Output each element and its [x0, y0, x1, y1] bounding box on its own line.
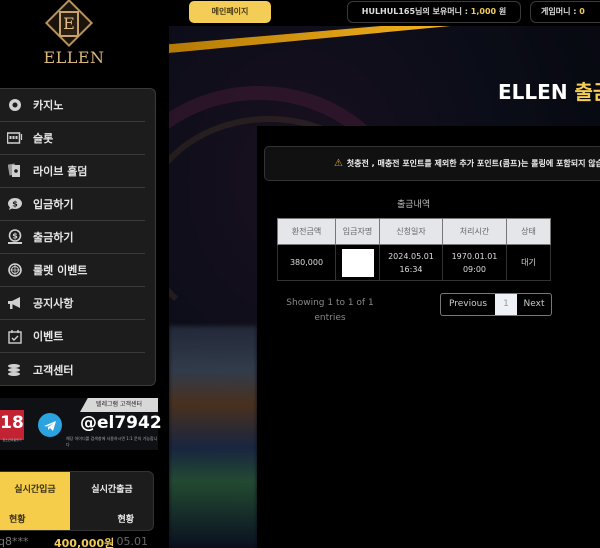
- live-amount: 400,000원: [54, 537, 115, 548]
- withdraw-icon: $: [6, 228, 24, 246]
- sidebar-item-label: 입금하기: [33, 198, 74, 211]
- live-transactions-panel: 실시간입금 현황 실시간출금 현황: [0, 471, 154, 531]
- tab-live-deposit[interactable]: 실시간입금 현황: [0, 472, 70, 530]
- cell-process-time: 1970.01.01 09:00: [442, 244, 507, 281]
- sidebar-item-roulette-event[interactable]: 룰렛 이벤트: [0, 254, 145, 287]
- main-page-button[interactable]: 메인페이지: [189, 1, 271, 23]
- telegram-tab-label: 텔레그램 고객센터: [80, 398, 158, 412]
- telegram-icon: [38, 413, 62, 437]
- tab-live-withdraw[interactable]: 실시간출금 현황: [70, 472, 153, 530]
- sidebar-item-casino[interactable]: 카지노: [0, 89, 145, 122]
- section-title: 출금내역: [397, 200, 431, 210]
- sidebar-item-label: 이벤트: [33, 330, 64, 343]
- sidebar-item-support[interactable]: 고객센터: [0, 353, 145, 386]
- sidebar-item-label: 슬롯: [33, 132, 54, 145]
- calendar-check-icon: [6, 327, 24, 345]
- live-user: q8***: [0, 535, 29, 548]
- page-title: ELLEN 출금: [498, 76, 600, 105]
- page-title-accent: 출금: [574, 80, 600, 104]
- tab-label: 실시간입금: [14, 485, 56, 495]
- cell-request-date: 2024.05.01 16:34: [379, 244, 443, 281]
- site-logo[interactable]: E ELLEN: [0, 0, 160, 88]
- game-money-value: 0: [579, 7, 585, 16]
- column-header[interactable]: 처리시간: [442, 218, 507, 245]
- logo-text: ELLEN: [43, 48, 105, 67]
- sidebar-item-label: 공지사항: [33, 297, 74, 310]
- sidebar-item-label: 카지노: [33, 99, 64, 112]
- column-header[interactable]: 상태: [506, 218, 551, 245]
- table-header-row: 환전금액 입금자명 신청일자 처리시간 상태: [277, 218, 551, 245]
- withdraw-panel: ⚠ 첫충전 , 매충전 포인트를 제외한 추가 포인트(콤프)는 롤링에 포함되…: [257, 126, 600, 548]
- process-time: 09:00: [462, 264, 487, 274]
- table-row: 380,000 2024.05.01 16:34 1970.01.01 09:0…: [277, 244, 551, 281]
- balance-label: HULHUL165님의 보유머니 :: [361, 7, 471, 16]
- sidebar-item-deposit[interactable]: $ 입금하기: [0, 188, 145, 221]
- withdraw-history-table: 환전금액 입금자명 신청일자 처리시간 상태 380,000 2024.05.0…: [277, 218, 551, 281]
- tab-label: 실시간출금: [91, 485, 133, 495]
- balance-display: HULHUL165님의 보유머니 : 1,000 원: [347, 1, 521, 23]
- notice-text: 첫충전 , 매충전 포인트를 제외한 추가 포인트(콤프)는 롤링에 포함되지 …: [346, 159, 600, 168]
- page-1-button[interactable]: 1: [495, 294, 517, 315]
- sidebar-item-event[interactable]: 이벤트: [0, 320, 145, 353]
- playing-cards-icon: [6, 162, 24, 180]
- age-restriction-text: 청소년이용불가: [2, 438, 22, 442]
- sidebar-item-slot[interactable]: 슬롯: [0, 122, 145, 155]
- tab-sublabel: 현황: [117, 515, 134, 525]
- table-info: Showing 1 to 1 of 1 entries: [286, 298, 374, 323]
- deposit-icon: $: [6, 195, 24, 213]
- age-restriction-badge: 18: [0, 410, 24, 440]
- telegram-handle: @el7942: [80, 413, 162, 433]
- process-date: 1970.01.01: [451, 251, 498, 261]
- slot-machine-icon: [6, 129, 24, 147]
- column-header[interactable]: 환전금액: [277, 218, 336, 245]
- status-badge: 대기: [506, 244, 551, 281]
- sidebar-item-label: 라이브 홀덤: [33, 165, 88, 178]
- pagination: Previous 1 Next: [440, 293, 552, 316]
- telegram-note: 해당 아이디를 검색창에 사용하시면 1:1 문의 가능합니다: [66, 436, 158, 447]
- sidebar-item-withdraw[interactable]: $ 출금하기: [0, 221, 145, 254]
- megaphone-icon: [6, 294, 24, 312]
- game-money-label: 게임머니 :: [541, 7, 580, 16]
- tab-sublabel: 현황: [9, 515, 26, 525]
- casino-chip-icon: [6, 96, 24, 114]
- telegram-support-banner[interactable]: 텔레그램 고객센터 18 청소년이용불가 @el7942 해당 아이디를 검색창…: [0, 398, 162, 450]
- coins-stack-icon: [6, 361, 24, 379]
- roulette-icon: [6, 261, 24, 279]
- svg-text:$: $: [12, 232, 18, 241]
- sidebar-menu: 카지노 슬롯 라이브 홀덤 $ 입금하기 $ 출금하기 룰렛 이벤트 공지사항: [0, 88, 156, 386]
- live-transaction-row: q8*** 400,000원 05.01: [0, 535, 154, 548]
- redacted-name: [341, 248, 374, 277]
- sidebar-item-label: 룰렛 이벤트: [33, 264, 88, 277]
- balance-unit: 원: [496, 7, 507, 16]
- previous-page-button[interactable]: Previous: [441, 294, 495, 315]
- svg-text:$: $: [12, 200, 18, 209]
- request-time: 16:34: [399, 264, 423, 274]
- cell-depositor-name: [335, 244, 380, 281]
- balance-value: 1,000: [470, 7, 497, 16]
- cell-amount: 380,000: [277, 244, 336, 281]
- sidebar-item-notice[interactable]: 공지사항: [0, 287, 145, 320]
- sidebar-item-label: 출금하기: [33, 231, 74, 244]
- sidebar-item-label: 고객센터: [33, 363, 74, 377]
- logo-letter: E: [59, 11, 79, 37]
- next-page-button[interactable]: Next: [517, 294, 551, 315]
- column-header[interactable]: 신청일자: [379, 218, 443, 245]
- casino-background-image: [169, 326, 257, 548]
- game-money-display: 게임머니 : 0: [530, 1, 600, 23]
- request-date: 2024.05.01: [388, 251, 434, 261]
- notice-banner: ⚠ 첫충전 , 매충전 포인트를 제외한 추가 포인트(콤프)는 롤링에 포함되…: [264, 146, 600, 181]
- gold-streak-decoration: [169, 26, 600, 53]
- column-header[interactable]: 입금자명: [335, 218, 380, 245]
- live-date: 05.01: [116, 535, 149, 548]
- page-title-main: ELLEN: [498, 80, 575, 104]
- sidebar-item-live-holdem[interactable]: 라이브 홀덤: [0, 155, 145, 188]
- warning-icon: ⚠: [334, 158, 343, 169]
